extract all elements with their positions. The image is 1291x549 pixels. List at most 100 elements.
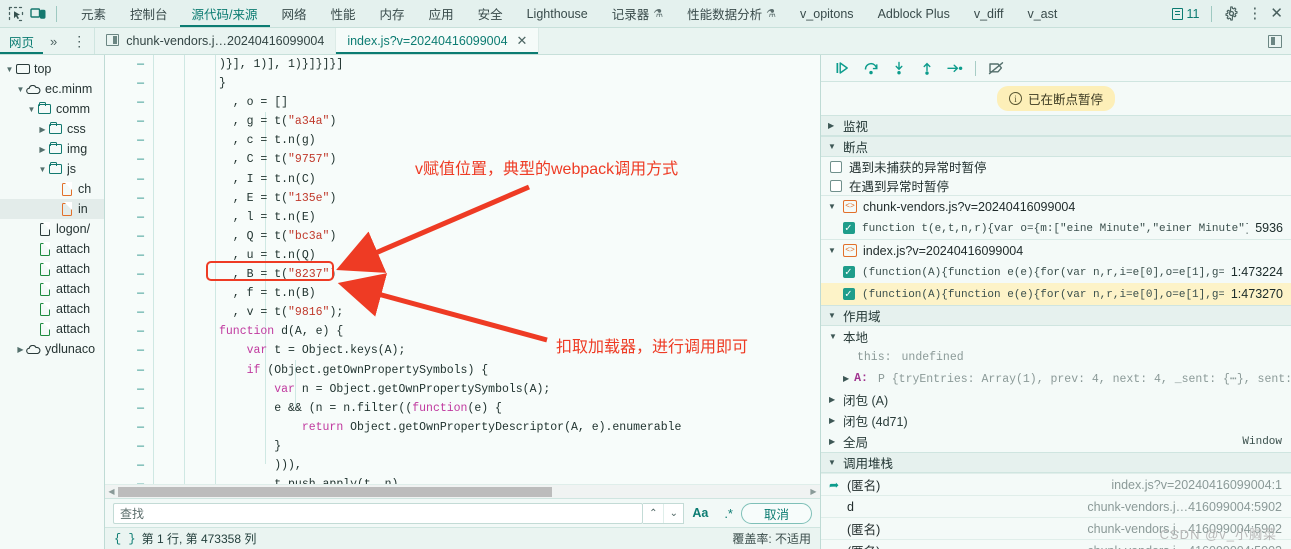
navigator-more-chevron[interactable]: »	[43, 28, 64, 54]
section-header-watch[interactable]: ▶ 监视	[821, 115, 1291, 136]
message-count-badge[interactable]: 11	[1172, 7, 1199, 21]
chevron-down-icon[interactable]: ⌄	[663, 503, 683, 523]
tree-node-7[interactable]: in	[0, 199, 104, 219]
line-gutter-marker[interactable]: —	[105, 418, 153, 437]
breakpoint-row[interactable]: (function(A){function e(e){for(var n,r,i…	[821, 261, 1291, 283]
gear-icon[interactable]	[1224, 6, 1239, 21]
tree-node-9[interactable]: attach	[0, 239, 104, 259]
panel-tab-9[interactable]: 记录器 ⚗	[600, 0, 675, 27]
tree-node-4[interactable]: ▶ img	[0, 139, 104, 159]
editor-horizontal-scrollbar[interactable]: ◀ ▶	[105, 484, 820, 498]
scroll-thumb[interactable]	[118, 486, 553, 497]
step-button[interactable]	[942, 58, 968, 79]
scroll-right-arrow[interactable]: ▶	[807, 487, 820, 496]
line-gutter-marker[interactable]: —	[105, 74, 153, 93]
panel-tab-2[interactable]: 源代码/来源	[180, 0, 270, 27]
navigator-kebab-icon[interactable]: ⋮	[64, 28, 94, 54]
line-gutter-marker[interactable]: —	[105, 361, 153, 380]
close-icon[interactable]: ✕	[1270, 6, 1283, 21]
line-gutter-marker[interactable]: —	[105, 399, 153, 418]
panel-tab-3[interactable]: 网络	[270, 0, 319, 27]
tree-twisty[interactable]: ▶	[37, 145, 48, 154]
breakpoint-checkbox[interactable]	[843, 287, 855, 301]
panel-tab-0[interactable]: 元素	[69, 0, 118, 27]
resume-script-button[interactable]	[830, 58, 856, 79]
section-header-scope[interactable]: ▼ 作用域	[821, 305, 1291, 326]
line-gutter-marker[interactable]: —	[105, 208, 153, 227]
pause-caught-checkbox[interactable]	[830, 179, 842, 192]
step-out-button[interactable]	[914, 58, 940, 79]
scope-twisty[interactable]: ▶	[829, 437, 838, 446]
scope-row-2[interactable]: ▶ A: P {tryEntries: Array(1), prev: 4, nex…	[821, 368, 1291, 389]
navigator-tab-page[interactable]: 网页	[0, 28, 43, 54]
breakpoint-file-0[interactable]: ▼ <> chunk-vendors.js?v=20240416099004	[821, 195, 1291, 217]
cancel-button[interactable]: 取消	[740, 502, 812, 524]
step-into-button[interactable]	[886, 58, 912, 79]
breakpoint-checkbox[interactable]	[843, 265, 855, 279]
editor-tab-0[interactable]: chunk-vendors.j…20240416099004	[95, 28, 337, 54]
scope-row-0[interactable]: ▼ 本地	[821, 326, 1291, 347]
search-input[interactable]: 查找	[113, 502, 644, 524]
callstack-row-0[interactable]: ➦ (匿名) index.js?v=20240416099004:1	[821, 473, 1291, 495]
panel-tab-4[interactable]: 性能	[319, 0, 368, 27]
tree-node-12[interactable]: attach	[0, 299, 104, 319]
code-viewport[interactable]: —)}], 1)], 1)}]}]}] —} — , o = [] — , g = t…	[105, 55, 820, 484]
line-gutter-marker[interactable]: —	[105, 93, 153, 112]
panel-tab-14[interactable]: v_ast	[1015, 0, 1069, 27]
line-gutter-marker[interactable]: —	[105, 227, 153, 246]
scope-row-4[interactable]: ▶ 闭包 (4d71)	[821, 410, 1291, 431]
pause-uncaught-row[interactable]: 遇到未捕获的异常时暂停	[821, 157, 1291, 176]
line-gutter-marker[interactable]: —	[105, 131, 153, 150]
scope-twisty[interactable]: ▶	[843, 374, 849, 383]
panel-tab-10[interactable]: 性能数据分析 ⚗	[675, 0, 788, 27]
breakpoint-file-1[interactable]: ▼ <> index.js?v=20240416099004	[821, 239, 1291, 261]
panel-tab-5[interactable]: 内存	[368, 0, 417, 27]
tree-node-8[interactable]: logon/	[0, 219, 104, 239]
line-gutter-marker[interactable]: —	[105, 380, 153, 399]
editor-tab-1[interactable]: index.js?v=20240416099004 ✕	[336, 28, 540, 54]
line-gutter-marker[interactable]: —	[105, 456, 153, 475]
line-gutter-marker[interactable]: —	[105, 170, 153, 189]
tree-node-11[interactable]: attach	[0, 279, 104, 299]
pause-caught-row[interactable]: 在遇到异常时暂停	[821, 176, 1291, 195]
kebab-icon[interactable]: ⋮	[1247, 6, 1262, 21]
collapse-sidebar-icon[interactable]	[1259, 28, 1291, 54]
panel-tab-1[interactable]: 控制台	[118, 0, 180, 27]
line-gutter-marker[interactable]: —	[105, 112, 153, 131]
line-gutter-marker[interactable]: —	[105, 284, 153, 303]
file-navigator-tree[interactable]: ▼ top ▼ ec.minm ▼ comm ▶ css ▶ img ▼ js ch in logon/at…	[0, 55, 105, 549]
tree-node-2[interactable]: ▼ comm	[0, 99, 104, 119]
match-case-button[interactable]: Aa	[684, 506, 716, 520]
tree-node-13[interactable]: attach	[0, 319, 104, 339]
line-gutter-marker[interactable]: —	[105, 303, 153, 322]
panel-tab-6[interactable]: 应用	[417, 0, 466, 27]
line-gutter-marker[interactable]: —	[105, 475, 153, 484]
line-gutter-marker[interactable]: —	[105, 55, 153, 74]
tree-twisty[interactable]: ▼	[15, 85, 26, 94]
section-header-callstack[interactable]: ▼ 调用堆栈	[821, 452, 1291, 473]
section-header-breakpoints[interactable]: ▼ 断点	[821, 136, 1291, 157]
panel-tab-12[interactable]: Adblock Plus	[866, 0, 962, 27]
tree-twisty[interactable]: ▼	[37, 165, 48, 174]
panel-tab-13[interactable]: v_diff	[962, 0, 1016, 27]
panel-tab-8[interactable]: Lighthouse	[515, 0, 600, 27]
line-gutter-marker[interactable]: —	[105, 150, 153, 169]
chevron-down-icon[interactable]: ▼	[828, 202, 837, 211]
device-toolbar-icon[interactable]	[30, 6, 46, 22]
pause-uncaught-checkbox[interactable]	[830, 160, 842, 173]
tree-node-14[interactable]: ▶ ydlunaco	[0, 339, 104, 359]
tree-twisty[interactable]: ▼	[4, 65, 15, 74]
tree-node-1[interactable]: ▼ ec.minm	[0, 79, 104, 99]
tree-node-5[interactable]: ▼ js	[0, 159, 104, 179]
tree-twisty[interactable]: ▶	[37, 125, 48, 134]
scope-twisty[interactable]: ▶	[829, 416, 838, 425]
chevron-up-icon[interactable]: ⌃	[643, 504, 663, 523]
tree-node-3[interactable]: ▶ css	[0, 119, 104, 139]
line-gutter-marker[interactable]: —	[105, 437, 153, 456]
line-gutter-marker[interactable]: —	[105, 189, 153, 208]
regex-button[interactable]: .*	[716, 506, 741, 521]
deactivate-breakpoints-button[interactable]	[983, 58, 1009, 79]
scroll-track[interactable]	[118, 486, 807, 498]
tree-twisty[interactable]: ▼	[26, 105, 37, 114]
close-tab-icon[interactable]: ✕	[517, 33, 528, 49]
